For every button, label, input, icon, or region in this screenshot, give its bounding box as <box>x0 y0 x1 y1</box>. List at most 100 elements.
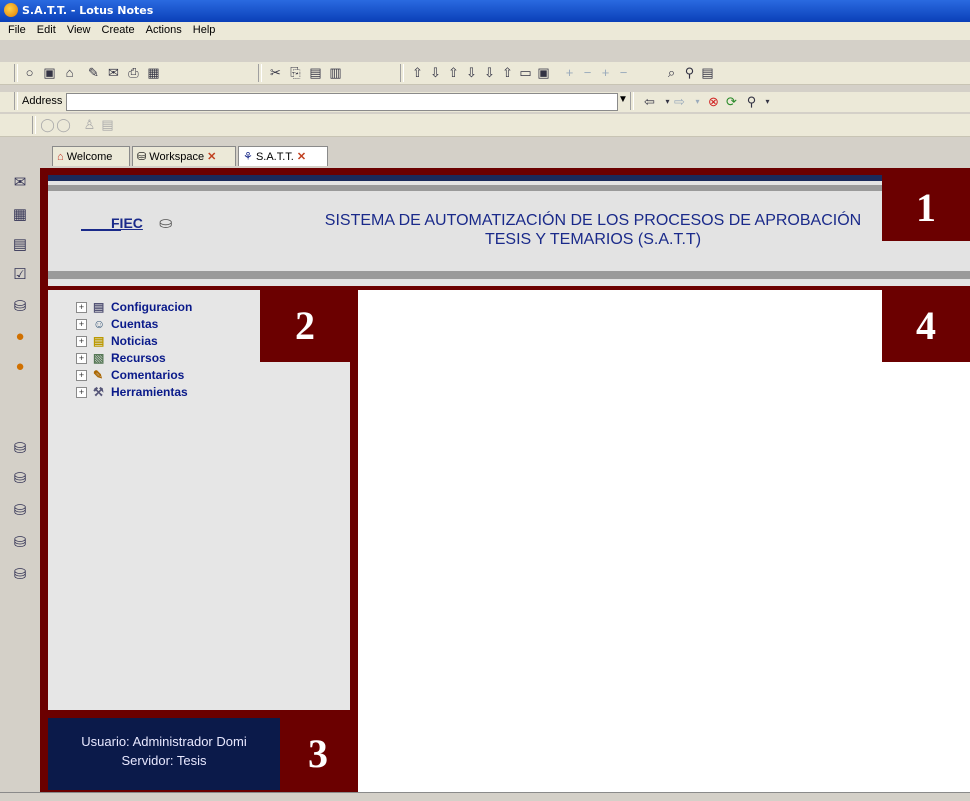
region-marker-2: 2 <box>260 290 350 362</box>
paste-special-icon[interactable]: ▥ <box>328 65 343 80</box>
expand-icon[interactable]: + <box>76 319 87 330</box>
history-bookmark-icon[interactable]: ⛁ <box>9 438 31 460</box>
user-label: Usuario: Administrador Domi <box>81 734 247 749</box>
prev-unread-icon[interactable]: ⇧ <box>500 65 515 80</box>
collapse-icon[interactable]: − <box>580 65 595 80</box>
contacts-bookmark-icon[interactable]: ▤ <box>9 234 31 256</box>
expand-icon[interactable]: + <box>76 353 87 364</box>
refresh-icon[interactable]: ⟳ <box>724 94 739 109</box>
save-icon[interactable]: ▣ <box>42 65 57 80</box>
home-circle-icon[interactable]: ○ <box>22 65 37 80</box>
header-panel: FIEC ⛀ SISTEMA DE AUTOMATIZACIÓN DE LOS … <box>48 175 970 286</box>
tab-label: Workspace <box>149 151 205 163</box>
workspace-bookmark-icon[interactable]: ⛁ <box>9 468 31 490</box>
tab-label: S.A.T.T. <box>255 151 294 163</box>
next-unread-icon[interactable]: ⇩ <box>482 65 497 80</box>
more-bookmarks-icon[interactable]: ⛁ <box>9 564 31 586</box>
address-dropdown-icon[interactable]: ▼ <box>618 94 628 105</box>
applications-bookmark-icon[interactable]: ⛁ <box>9 500 31 522</box>
page-title: SISTEMA DE AUTOMATIZACIÓN DE LOS PROCESO… <box>324 212 862 248</box>
calendar-icon[interactable]: ▦ <box>146 65 161 80</box>
expand-icon[interactable]: + <box>76 302 87 313</box>
print-view-icon[interactable]: ▤ <box>700 65 715 80</box>
expand-icon[interactable]: + <box>76 370 87 381</box>
address-label: Address <box>22 95 63 107</box>
close-icon[interactable]: ✕ <box>297 151 306 163</box>
content-area[interactable] <box>358 290 970 792</box>
menu-view[interactable]: View <box>67 24 91 36</box>
paste-icon[interactable]: ▤ <box>308 65 323 80</box>
region-marker-4: 4 <box>882 290 970 362</box>
expand-icon[interactable]: + <box>76 336 87 347</box>
nav-item-noticias[interactable]: + ▤ Noticias <box>76 334 158 350</box>
search-icon[interactable]: ⚲ <box>682 65 697 80</box>
server-label: Servidor: Tesis <box>121 753 207 768</box>
title-bar: S.A.T.T. - Lotus Notes <box>0 0 970 22</box>
users-icon: ☺ <box>93 317 106 331</box>
chat-multi-icon[interactable]: ◯ <box>56 117 71 132</box>
nav-down-icon[interactable]: ⇩ <box>464 65 479 80</box>
databases-bookmark-icon[interactable]: ● <box>9 356 31 378</box>
nav-item-recursos[interactable]: + ▧ Recursos <box>76 351 166 367</box>
tab-label: Welcome <box>66 151 113 163</box>
search-dropdown-icon[interactable]: ▾ <box>760 94 775 109</box>
refresh-view-icon[interactable]: ▣ <box>536 65 551 80</box>
window-title: S.A.T.T. - Lotus Notes <box>22 4 154 17</box>
replicator-bookmark-icon[interactable]: ⛁ <box>9 296 31 318</box>
workspace-icon: ⛁ <box>137 151 147 163</box>
menu-actions[interactable]: Actions <box>146 24 182 36</box>
region-marker-3: 3 <box>280 718 356 790</box>
menu-create[interactable]: Create <box>102 24 135 36</box>
main-toolbar: ○ ▣ ⌂ ✎ ✉ ⎙ ▦ ✂ ⎘ ▤ ▥ ⇧ ⇩ ⇧ ⇩ ⇩ ⇧ ▭ ▣ + … <box>0 62 970 85</box>
view-icon[interactable]: ▭ <box>518 65 533 80</box>
edit-icon[interactable]: ✎ <box>86 65 101 80</box>
bookmark-bar: ✉ ▦ ▤ ☑ ⛁ ● ● ⛁ ⛁ ⛁ ⛁ ⛁ <box>0 140 38 800</box>
turtle-icon: ⛀ <box>159 215 173 232</box>
mail-icon[interactable]: ✉ <box>106 65 121 80</box>
copy-icon[interactable]: ⎘ <box>288 65 303 80</box>
search-web-icon[interactable]: ⚲ <box>744 94 759 109</box>
nav-last-icon[interactable]: ⇩ <box>428 65 443 80</box>
stop-icon[interactable]: ⊗ <box>706 94 721 109</box>
forward-dropdown-icon[interactable]: ▾ <box>690 94 705 109</box>
nav-first-icon[interactable]: ⇧ <box>410 65 425 80</box>
close-icon[interactable]: ✕ <box>207 151 216 163</box>
user-info-panel: Usuario: Administrador Domi Servidor: Te… <box>48 718 280 790</box>
nav-up-icon[interactable]: ⇧ <box>446 65 461 80</box>
menu-edit[interactable]: Edit <box>37 24 56 36</box>
collapse-all-icon[interactable]: − <box>616 65 631 80</box>
person-icon[interactable]: ♙ <box>82 117 97 132</box>
menu-file[interactable]: File <box>8 24 26 36</box>
tools-icon: ⚒ <box>93 385 104 399</box>
back-icon[interactable]: ⇦ <box>642 94 657 109</box>
settings-icon: ▤ <box>93 300 105 314</box>
nav-item-herramientas[interactable]: + ⚒ Herramientas <box>76 385 188 401</box>
tab-satt[interactable]: ⚘ S.A.T.T. ✕ <box>238 146 328 166</box>
cut-icon[interactable]: ✂ <box>268 65 283 80</box>
print-icon[interactable]: ⎙ <box>126 65 141 80</box>
menu-help[interactable]: Help <box>193 24 216 36</box>
expand-icon[interactable]: + <box>76 387 87 398</box>
document-icon[interactable]: ▤ <box>100 117 115 132</box>
tab-workspace[interactable]: ⛁ Workspace ✕ <box>132 146 236 166</box>
expand-icon[interactable]: + <box>562 65 577 80</box>
todo-bookmark-icon[interactable]: ☑ <box>9 264 31 286</box>
tab-welcome[interactable]: ⌂ Welcome <box>52 146 130 166</box>
nav-item-configuracion[interactable]: + ▤ Configuracion <box>76 300 192 316</box>
mail-bookmark-icon[interactable]: ✉ <box>9 172 31 194</box>
address-input[interactable] <box>66 93 618 111</box>
expand-all-icon[interactable]: + <box>598 65 613 80</box>
binoculars-icon[interactable]: ⌕ <box>664 65 679 80</box>
calendar-bookmark-icon[interactable]: ▦ <box>9 204 31 226</box>
open-folder-icon[interactable]: ⌂ <box>62 65 77 80</box>
home-icon: ⌂ <box>57 151 64 163</box>
logo-text: FIEC <box>111 215 143 231</box>
nav-item-comentarios[interactable]: + ✎ Comentarios <box>76 368 184 384</box>
chat-icon[interactable]: ◯ <box>40 117 55 132</box>
nav-item-cuentas[interactable]: + ☺ Cuentas <box>76 317 158 333</box>
internet-bookmark-icon[interactable]: ⛁ <box>9 532 31 554</box>
fiec-logo: FIEC ⛀ <box>81 211 201 245</box>
forward-icon[interactable]: ⇨ <box>672 94 687 109</box>
satt-icon: ⚘ <box>243 151 253 163</box>
favorites-bookmark-icon[interactable]: ● <box>9 326 31 348</box>
